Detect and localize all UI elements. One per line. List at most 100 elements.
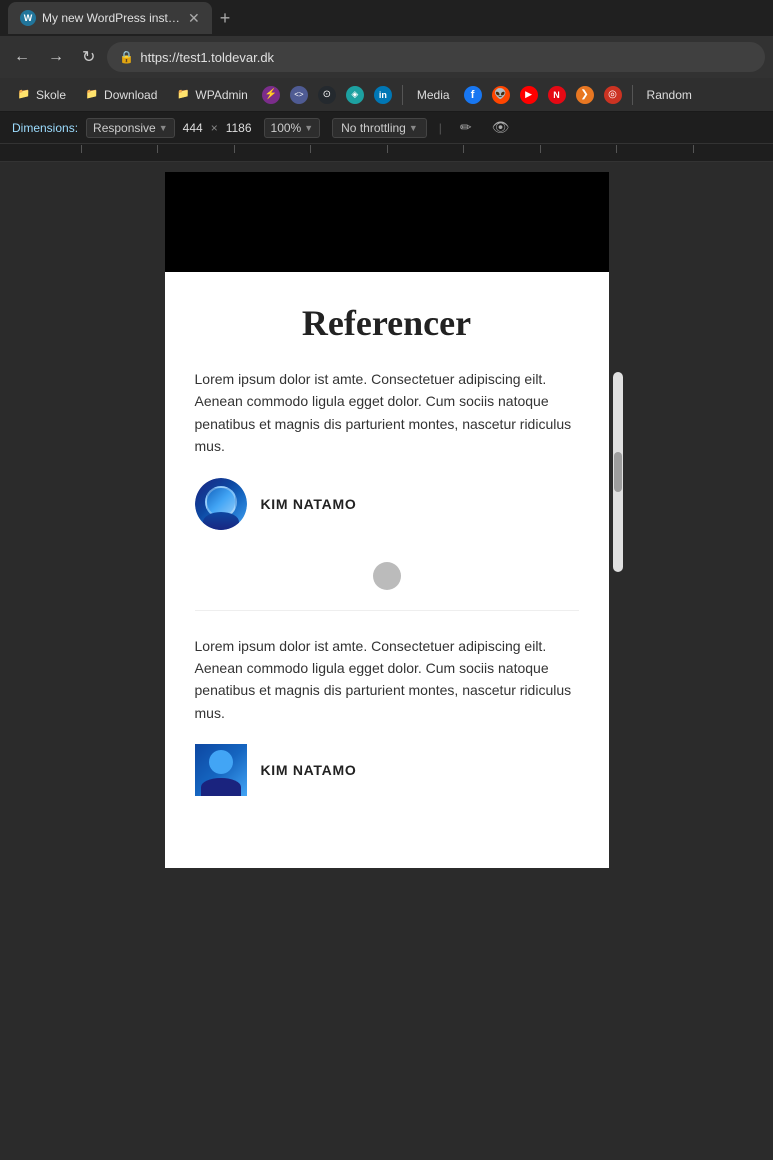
author-2-avatar [195, 744, 247, 796]
viewport-wrapper: Referencer Lorem ipsum dolor ist amte. C… [165, 172, 609, 1052]
bookmarks-bar: 📁 Skole 📁 Download 📁 WPAdmin ⚡ <> ⊙ ◈ in… [0, 78, 773, 112]
bookmark-red2[interactable]: ◎ [600, 82, 626, 108]
author-1-avatar [195, 478, 247, 530]
folder-icon: 📁 [175, 87, 191, 103]
devtools-bar: Dimensions: Responsive ▼ 444 × 1186 100%… [0, 112, 773, 144]
tab-close-button[interactable]: ✕ [188, 10, 200, 27]
scrollbar-thumb[interactable] [614, 452, 622, 492]
lock-icon: 🔒 [119, 50, 134, 64]
bookmark-media[interactable]: Media [409, 84, 458, 106]
php-icon: <> [290, 86, 308, 104]
spinner-container [195, 562, 579, 590]
author-2-name: KIM NATAMO [261, 762, 357, 778]
forward-button[interactable]: → [42, 44, 70, 70]
tab-area: W My new WordPress installation ✕ + [8, 2, 234, 34]
bookmark-github[interactable]: ⊙ [314, 82, 340, 108]
throttle-label: No throttling [341, 121, 406, 135]
ruler-tick [693, 145, 694, 153]
media-label: Media [417, 88, 450, 102]
testimonial-2-author: KIM NATAMO [195, 744, 579, 796]
random-label: Random [647, 88, 692, 102]
scrollbar-track[interactable] [613, 372, 623, 572]
back-button[interactable]: ← [8, 44, 36, 70]
bookmark-reddit[interactable]: 👽 [488, 82, 514, 108]
ruler-tick [310, 145, 311, 153]
bolt-icon: ⚡ [262, 86, 280, 104]
title-bar: W My new WordPress installation ✕ + [0, 0, 773, 36]
url-display: https://test1.toldevar.dk [140, 50, 274, 65]
bookmark-php[interactable]: <> [286, 82, 312, 108]
bookmark-orange[interactable]: ❯ [572, 82, 598, 108]
red-icon: ◎ [604, 86, 622, 104]
youtube-icon: ▶ [520, 86, 538, 104]
ruler-area [0, 144, 773, 162]
testimonial-2-text: Lorem ipsum dolor ist amte. Consectetuer… [195, 635, 579, 725]
folder-icon: 📁 [84, 87, 100, 103]
reddit-icon: 👽 [492, 86, 510, 104]
testimonial-1-text: Lorem ipsum dolor ist amte. Consectetuer… [195, 368, 579, 458]
bookmark-facebook[interactable]: f [460, 82, 486, 108]
zoom-dropdown[interactable]: 100% ▼ [264, 118, 321, 138]
navigation-bar: ← → ↻ 🔒 https://test1.toldevar.dk [0, 36, 773, 78]
responsive-dropdown[interactable]: Responsive ▼ [86, 118, 175, 138]
active-tab[interactable]: W My new WordPress installation ✕ [8, 2, 212, 34]
responsive-label: Responsive [93, 121, 156, 135]
bookmark-youtube[interactable]: ▶ [516, 82, 542, 108]
ruler-tick [234, 145, 235, 153]
orange-icon: ❯ [576, 86, 594, 104]
zoom-dropdown-arrow: ▼ [304, 123, 313, 133]
address-bar[interactable]: 🔒 https://test1.toldevar.dk [107, 42, 765, 72]
ruler-tick [81, 145, 82, 153]
netflix-icon: N [548, 86, 566, 104]
webpage-viewport: Referencer Lorem ipsum dolor ist amte. C… [165, 172, 609, 868]
new-tab-button[interactable]: + [216, 4, 235, 33]
bookmark-bolt[interactable]: ⚡ [258, 82, 284, 108]
throttle-dropdown[interactable]: No throttling ▼ [332, 118, 427, 138]
bookmark-skole[interactable]: 📁 Skole [8, 83, 74, 107]
author-1-name: KIM NATAMO [261, 496, 357, 512]
avatar-2-image [195, 744, 247, 796]
bookmark-download[interactable]: 📁 Download [76, 83, 165, 107]
testimonial-1-author: KIM NATAMO [195, 478, 579, 530]
times-label: × [211, 121, 218, 135]
throttle-dropdown-arrow: ▼ [409, 123, 418, 133]
dropdown-arrow: ▼ [159, 123, 168, 133]
tab-favicon: W [20, 10, 36, 26]
testimonial-2-block: Lorem ipsum dolor ist amte. Consectetuer… [195, 610, 579, 797]
folder-icon: 📁 [16, 87, 32, 103]
devtools-sep: | [439, 121, 442, 135]
bookmark-teal[interactable]: ◈ [342, 82, 368, 108]
separator-1 [402, 85, 403, 105]
linkedin-icon: in [374, 86, 392, 104]
height-value: 1186 [226, 121, 252, 135]
bookmark-netflix[interactable]: N [544, 82, 570, 108]
separator-2 [632, 85, 633, 105]
tab-title: My new WordPress installation [42, 11, 182, 25]
page-content: Referencer Lorem ipsum dolor ist amte. C… [165, 272, 609, 868]
browser-content: Referencer Lorem ipsum dolor ist amte. C… [0, 162, 773, 1062]
refresh-button[interactable]: ↻ [76, 43, 101, 71]
page-hero [165, 172, 609, 272]
bookmark-random[interactable]: Random [639, 84, 700, 106]
width-value: 444 [183, 121, 203, 135]
ruler-tick [463, 145, 464, 153]
ruler-tick [387, 145, 388, 153]
loading-spinner [373, 562, 401, 590]
ruler-tick [540, 145, 541, 153]
bookmark-wpadmin[interactable]: 📁 WPAdmin [167, 83, 255, 107]
pen-icon[interactable]: ✏ [454, 117, 478, 138]
dimensions-label: Dimensions: [12, 121, 78, 135]
page-title: Referencer [195, 302, 579, 344]
bookmark-label: Download [104, 88, 157, 102]
eye-icon[interactable]: 👁 [486, 117, 516, 138]
bookmark-linkedin[interactable]: in [370, 82, 396, 108]
github-icon: ⊙ [318, 86, 336, 104]
bookmark-label: WPAdmin [195, 88, 247, 102]
facebook-icon: f [464, 86, 482, 104]
ruler-tick [157, 145, 158, 153]
ruler-tick [616, 145, 617, 153]
avatar-1-image [195, 478, 247, 530]
bookmark-label: Skole [36, 88, 66, 102]
zoom-value: 100% [271, 121, 302, 135]
teal-icon: ◈ [346, 86, 364, 104]
